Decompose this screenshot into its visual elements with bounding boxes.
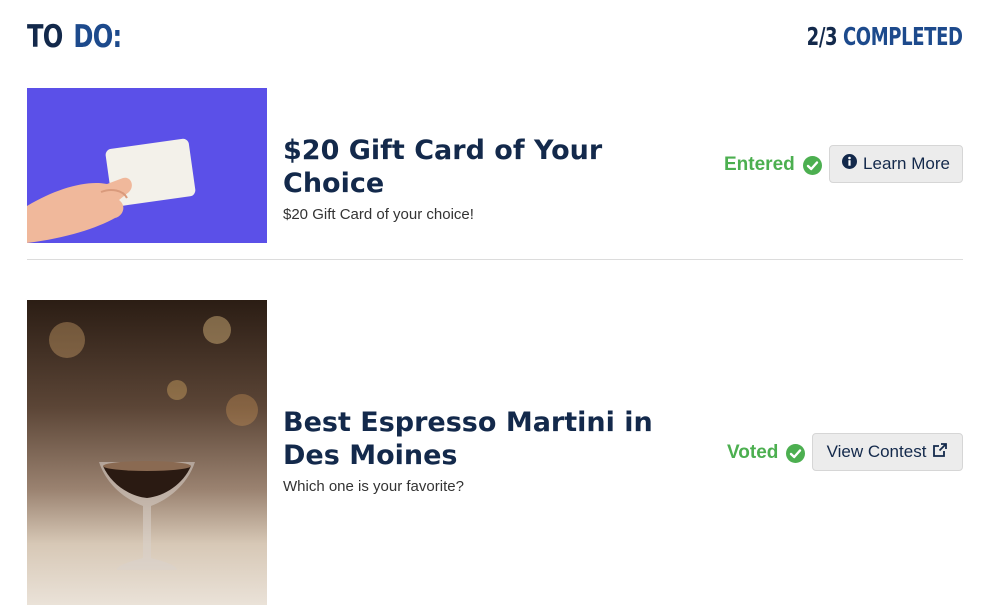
item-title: $20 Gift Card of Your Choice (283, 135, 603, 199)
item-description: $20 Gift Card of your choice! (283, 206, 474, 223)
item-title: Best Espresso Martini in Des Moines (283, 407, 653, 471)
button-label: View Contest (826, 442, 927, 461)
title-word-2: DO: (73, 19, 122, 55)
voted-status: Voted (727, 442, 806, 464)
learn-more-button[interactable]: Learn More (829, 145, 963, 183)
item-text: Best Espresso Martini in Des Moines Whic… (283, 406, 703, 495)
progress-fraction: 2/3 (807, 22, 838, 51)
title-word-1: TO (27, 19, 63, 55)
status-label: Entered (724, 154, 795, 175)
progress-label: COMPLETED (843, 22, 963, 51)
page-title: TO DO: (27, 18, 122, 56)
todo-header: TO DO: 2/3 COMPLETED (27, 18, 963, 58)
external-link-icon (932, 442, 948, 463)
info-circle-icon (842, 154, 858, 174)
completion-progress: 2/3 COMPLETED (807, 18, 963, 56)
item-text: $20 Gift Card of Your Choice $20 Gift Ca… (283, 134, 683, 223)
todo-item: $20 Gift Card of Your Choice $20 Gift Ca… (27, 88, 963, 260)
espresso-martini-image (27, 300, 267, 605)
button-label: Learn More (863, 154, 950, 173)
entered-status: Entered (724, 154, 822, 176)
todo-item: Best Espresso Martini in Des Moines Whic… (27, 300, 963, 605)
check-circle-icon (786, 443, 806, 463)
gift-card-image (27, 88, 267, 243)
item-description: Which one is your favorite? (283, 478, 464, 495)
check-circle-icon (802, 155, 822, 175)
view-contest-button[interactable]: View Contest (812, 433, 963, 471)
status-label: Voted (727, 442, 779, 463)
